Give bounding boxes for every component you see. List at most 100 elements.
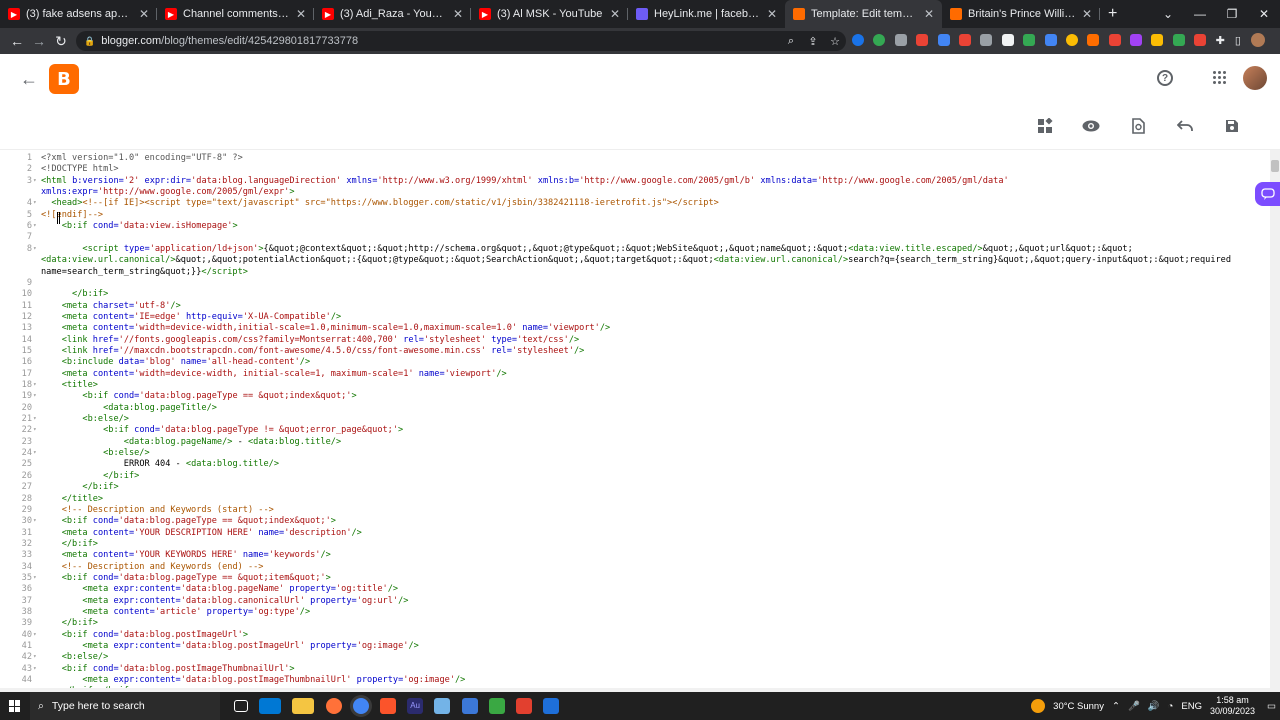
code-line[interactable]: <meta content='YOUR KEYWORDS HERE' name=…	[41, 550, 331, 560]
code-line[interactable]: <data:view.url.canonical/>&quot;,&quot;p…	[41, 255, 1231, 265]
reload-icon[interactable]: ↻	[50, 33, 72, 50]
layout-widgets-icon[interactable]	[1035, 116, 1055, 136]
clock[interactable]: 1:58 am 30/09/2023	[1210, 695, 1255, 717]
code-line[interactable]: <meta content='article' property='og:typ…	[41, 607, 310, 617]
tab-search-icon[interactable]: ⌄	[1152, 7, 1184, 21]
browser-tab[interactable]: ▶ (3) Al MSK - YouTube ✕	[471, 0, 628, 28]
minimize-icon[interactable]: —	[1184, 7, 1216, 21]
fold-toggle-icon[interactable]: ▾	[33, 245, 37, 252]
brave-icon[interactable]	[379, 698, 396, 714]
extension-icon[interactable]	[894, 34, 907, 46]
new-tab-icon[interactable]: +	[1100, 0, 1125, 28]
back-icon[interactable]: ←	[6, 33, 28, 49]
code-line[interactable]: <![endif]-->	[41, 210, 103, 220]
code-line[interactable]: <b:if cond='data:blog.pageType != &quot;…	[41, 425, 403, 435]
browser-tab[interactable]: Britain's Prince William Launch ✕	[942, 0, 1100, 28]
code-line[interactable]: <b:if cond='data:blog.pageType == &quot;…	[41, 573, 331, 583]
apps-grid-icon[interactable]	[1213, 71, 1227, 85]
browser-tab[interactable]: ▶ (3) Adi_Raza - YouTube ✕	[314, 0, 471, 28]
notifications-icon[interactable]: ▭	[1267, 701, 1276, 712]
code-line[interactable]: </b:if>	[41, 289, 108, 299]
extension-icon[interactable]	[1194, 34, 1207, 46]
scrollbar-thumb[interactable]	[1271, 160, 1279, 172]
avatar[interactable]	[1243, 66, 1267, 90]
code-line[interactable]: <b:else/>	[41, 652, 109, 662]
revert-icon[interactable]	[1128, 116, 1148, 136]
profile-avatar[interactable]	[1250, 33, 1265, 47]
extensions-puzzle-icon[interactable]: ✚	[1216, 34, 1225, 47]
code-line[interactable]: <!DOCTYPE html>	[41, 164, 119, 174]
code-line[interactable]: </b:if>	[41, 539, 98, 549]
code-line[interactable]: <meta content='YOUR DESCRIPTION HERE' na…	[41, 528, 362, 538]
extension-icon[interactable]	[937, 34, 950, 46]
template-code-editor[interactable]: 1 <?xml version="1.0" encoding="UTF-8" ?>…	[0, 150, 1280, 692]
extension-icon[interactable]	[1065, 34, 1078, 46]
fold-toggle-icon[interactable]: ▾	[33, 392, 37, 399]
restore-icon[interactable]: ❐	[1216, 7, 1248, 21]
code-line[interactable]: name=search_term_string&quot;}}</script>	[41, 267, 248, 277]
code-line[interactable]: <meta content='IE=edge' http-equiv='X-UA…	[41, 312, 341, 322]
code-line[interactable]: <script type='application/ld+json'>{&quo…	[41, 244, 1132, 254]
tab-close-icon[interactable]: ✕	[767, 7, 777, 21]
tab-close-icon[interactable]: ✕	[924, 7, 934, 21]
code-line[interactable]: <!-- Description and Keywords (end) -->	[41, 562, 264, 572]
fold-toggle-icon[interactable]: ▾	[33, 665, 37, 672]
weather-text[interactable]: 30°C Sunny	[1053, 701, 1104, 712]
extension-icon[interactable]	[1151, 34, 1164, 46]
side-panel-icon[interactable]: ▯	[1235, 34, 1241, 47]
code-line[interactable]: <data:blog.pageTitle/>	[41, 403, 217, 413]
save-icon[interactable]	[1222, 116, 1242, 136]
fold-toggle-icon[interactable]: ▾	[33, 177, 37, 184]
start-button[interactable]	[0, 692, 30, 720]
code-line[interactable]: <b:if cond='data:blog.postImageThumbnail…	[41, 664, 295, 674]
fold-toggle-icon[interactable]: ▾	[33, 426, 37, 433]
tab-close-icon[interactable]: ✕	[296, 7, 306, 21]
preview-eye-icon[interactable]	[1081, 116, 1101, 136]
code-line[interactable]: <b:else/>	[41, 448, 150, 458]
fold-toggle-icon[interactable]: ▾	[33, 222, 37, 229]
extension-icon[interactable]	[1108, 34, 1121, 46]
share-icon[interactable]: ⇪	[802, 35, 824, 48]
chrome-icon[interactable]	[352, 698, 369, 714]
mail-icon[interactable]	[259, 698, 282, 714]
code-line[interactable]: <meta expr:content='data:blog.postImageT…	[41, 675, 465, 685]
task-view-icon[interactable]	[234, 700, 248, 712]
code-line[interactable]: <title>	[41, 380, 98, 390]
code-line[interactable]: <link href='//maxcdn.bootstrapcdn.com/fo…	[41, 346, 585, 356]
floating-assistant-button[interactable]	[1255, 182, 1280, 206]
extension-icon[interactable]	[852, 34, 864, 46]
fold-toggle-icon[interactable]: ▾	[33, 449, 37, 456]
code-line[interactable]: ERROR 404 - <data:blog.title/>	[41, 459, 279, 469]
calculator-icon[interactable]	[461, 698, 478, 714]
fold-toggle-icon[interactable]: ▾	[33, 517, 37, 524]
fold-toggle-icon[interactable]: ▾	[33, 415, 37, 422]
pdf-icon[interactable]	[515, 698, 532, 714]
microphone-icon[interactable]: 🎤	[1128, 701, 1140, 712]
zoom-icon[interactable]: ⌕	[780, 35, 802, 48]
help-icon[interactable]: ?	[1157, 70, 1173, 86]
code-line[interactable]: </b:if>	[41, 482, 118, 492]
taskbar-search[interactable]: ⌕ Type here to search	[30, 692, 220, 720]
extension-icon[interactable]	[1087, 34, 1100, 46]
paint-icon[interactable]	[543, 698, 560, 714]
forward-icon[interactable]: →	[28, 33, 50, 49]
camtasia-icon[interactable]	[488, 698, 505, 714]
extension-icon[interactable]	[1044, 34, 1057, 46]
code-line[interactable]: <head><!--[if IE]><script type="text/jav…	[41, 198, 718, 208]
code-line[interactable]: <link href='//fonts.googleapis.com/css?f…	[41, 335, 579, 345]
speaker-icon[interactable]: 🔊	[1148, 701, 1160, 712]
tab-close-icon[interactable]: ✕	[453, 7, 463, 21]
site-info-icon[interactable]: 🔒	[84, 36, 95, 47]
extension-icon[interactable]	[916, 34, 929, 46]
code-line[interactable]: <b:include data='blog' name='all-head-co…	[41, 357, 310, 367]
extension-icon[interactable]	[1130, 34, 1143, 46]
code-line[interactable]: <meta content='width=device-width, initi…	[41, 369, 507, 379]
address-bar[interactable]: 🔒 blogger.com/blog/themes/edit/425429801…	[76, 31, 846, 51]
browser-tab[interactable]: HeyLink.me | facebook ✕	[628, 0, 785, 28]
language-indicator[interactable]: ENG	[1181, 701, 1202, 712]
undo-icon[interactable]	[1175, 116, 1195, 136]
fold-toggle-icon[interactable]: ▾	[33, 381, 37, 388]
extension-icon[interactable]	[1001, 34, 1014, 46]
code-line[interactable]: <meta charset='utf-8'/>	[41, 301, 181, 311]
code-line[interactable]: <b:if cond='data:blog.postImageUrl'>	[41, 630, 248, 640]
